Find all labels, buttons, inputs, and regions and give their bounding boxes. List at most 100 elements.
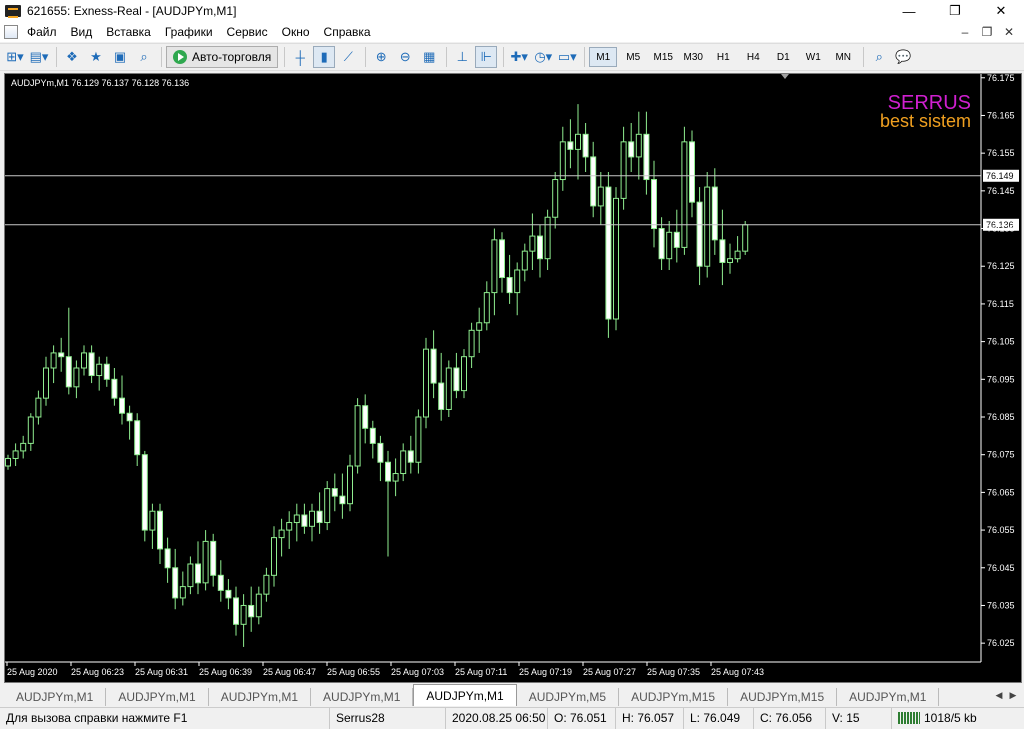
chat-icon[interactable]: 💬 [892, 46, 914, 68]
candle [202, 530, 209, 591]
tab-audjpy-m1-3[interactable]: AUDJPYm,M1 [209, 688, 312, 706]
menu-insert[interactable]: Вставка [99, 22, 158, 42]
new-chart-icon[interactable]: ⊞▾ [4, 46, 26, 68]
timeframe-m5[interactable]: M5 [619, 47, 647, 67]
y-tick-label: 76.095 [987, 374, 1015, 384]
timeframe-d1[interactable]: D1 [769, 47, 797, 67]
y-tick-label: 76.165 [987, 110, 1015, 120]
candle [301, 503, 308, 534]
candle [552, 172, 559, 229]
candle [734, 236, 741, 263]
close-icon[interactable]: ✕ [978, 0, 1024, 22]
line-chart-icon[interactable]: ⟋ [337, 46, 359, 68]
menu-charts[interactable]: Графики [158, 22, 220, 42]
chart-window[interactable]: 76.149 76.136 76.175 76.165 76.155 76.145 76.… [4, 73, 1022, 683]
timeframe-m1[interactable]: M1 [589, 47, 618, 67]
auto-scroll-icon[interactable]: ⊥ [451, 46, 473, 68]
tab-audjpy-m5[interactable]: AUDJPYm,M5 [517, 688, 620, 706]
candle-body-bear [210, 540, 217, 576]
candle-body-bull [742, 224, 749, 252]
tab-audjpy-m1-5[interactable]: AUDJPYm,M1 [837, 688, 940, 706]
chart-shift-icon[interactable]: ⊩ [475, 46, 498, 68]
candle-body-bull [392, 473, 399, 482]
menu-window[interactable]: Окно [275, 22, 317, 42]
mdi-close-icon[interactable]: ✕ [998, 25, 1020, 39]
zoom-out-icon[interactable]: ⊖ [394, 46, 416, 68]
tab-audjpy-m1-active[interactable]: AUDJPYm,M1 [413, 684, 517, 706]
candle [5, 454, 11, 470]
autotrading-button[interactable]: Авто-торговля [166, 46, 279, 68]
status-connection[interactable]: 1018/5 kb [892, 708, 983, 729]
candle-body-bear [689, 141, 695, 203]
search-icon[interactable]: ⌕ [868, 46, 890, 68]
candle [179, 571, 186, 606]
candle [529, 213, 536, 270]
menu-view[interactable]: Вид [64, 22, 100, 42]
mdi-minimize-icon[interactable]: – [954, 25, 976, 39]
candle [635, 111, 642, 180]
candle-body-bull [354, 405, 361, 467]
candle-body-bear [119, 397, 125, 414]
bar-chart-icon[interactable]: ┼ [289, 46, 311, 68]
candle [96, 356, 103, 391]
scroll-left-icon[interactable]: ◀ [992, 688, 1006, 702]
candle-body-bear [506, 277, 513, 294]
candle [628, 123, 635, 172]
menu-bar: Файл Вид Вставка Графики Сервис Окно Спр… [0, 22, 1024, 42]
candle [582, 123, 589, 172]
candle-body-bear [453, 367, 460, 392]
chart-shift-marker-icon[interactable] [781, 74, 789, 79]
menu-tools[interactable]: Сервис [220, 22, 275, 42]
scroll-right-icon[interactable]: ▶ [1006, 688, 1020, 702]
menu-file[interactable]: Файл [20, 22, 64, 42]
market-watch-icon[interactable]: ❖ [61, 46, 83, 68]
status-profile[interactable]: Serrus28 [330, 707, 446, 729]
candle [590, 141, 597, 218]
candle [58, 337, 65, 372]
timeframe-mn[interactable]: MN [829, 47, 857, 67]
price-chart[interactable]: 76.14976.136 76.17576.16576.15576.14576.… [5, 74, 1021, 682]
candle [499, 232, 505, 293]
candle-body-bull [461, 356, 467, 392]
profiles-icon[interactable]: ▤▾ [28, 46, 50, 68]
candle-body-bull [187, 563, 194, 588]
data-window-icon[interactable]: ★ [85, 46, 107, 68]
timeframe-h1[interactable]: H1 [709, 47, 737, 67]
candle-body-bear [658, 228, 665, 260]
candle [73, 360, 80, 399]
y-tick-label: 76.105 [987, 337, 1015, 347]
chart-document-icon[interactable] [4, 25, 18, 39]
navigator-icon[interactable]: ▣ [109, 46, 131, 68]
x-tick-label: 25 Aug 07:35 [647, 667, 700, 677]
timeframe-h4[interactable]: H4 [739, 47, 767, 67]
tab-audjpy-m1-2[interactable]: AUDJPYm,M1 [106, 688, 209, 706]
tile-windows-icon[interactable]: ▦ [418, 46, 440, 68]
restore-icon[interactable]: ❐ [932, 0, 978, 22]
timeframe-m15[interactable]: M15 [649, 47, 677, 67]
indicators-icon[interactable]: ✚▾ [508, 46, 530, 68]
candle-body-bull [286, 522, 293, 531]
candle [438, 352, 445, 421]
tab-audjpy-m1-4[interactable]: AUDJPYm,M1 [311, 688, 414, 706]
strategy-tester-icon[interactable]: ⌕ [133, 46, 155, 68]
timeframe-w1[interactable]: W1 [799, 47, 827, 67]
tab-audjpy-m15-1[interactable]: AUDJPYm,M15 [619, 688, 729, 706]
tab-audjpy-m15-2[interactable]: AUDJPYm,M15 [728, 688, 838, 706]
candle [514, 262, 521, 316]
toolbar: ⊞▾ ▤▾ ❖ ★ ▣ ⌕ Авто-торговля ┼ ▮ ⟋ ⊕ ⊖ ▦ … [0, 43, 1024, 71]
tab-audjpy-m1-1[interactable]: AUDJPYm,M1 [4, 688, 107, 706]
templates-icon[interactable]: ▭▾ [556, 46, 578, 68]
candlestick-icon[interactable]: ▮ [313, 46, 336, 68]
candle-body-bull [149, 510, 156, 531]
timeframe-m30[interactable]: M30 [679, 47, 707, 67]
candle [423, 337, 429, 429]
candle-body-bull [476, 322, 483, 331]
menu-help[interactable]: Справка [317, 22, 378, 42]
zoom-in-icon[interactable]: ⊕ [370, 46, 392, 68]
mdi-restore-icon[interactable]: ❐ [976, 25, 998, 39]
minimize-icon[interactable]: — [886, 0, 932, 22]
y-tick-label: 76.145 [987, 186, 1015, 196]
candle [271, 526, 277, 587]
candle-body-bull [271, 537, 277, 576]
periods-clock-icon[interactable]: ◷▾ [532, 46, 554, 68]
